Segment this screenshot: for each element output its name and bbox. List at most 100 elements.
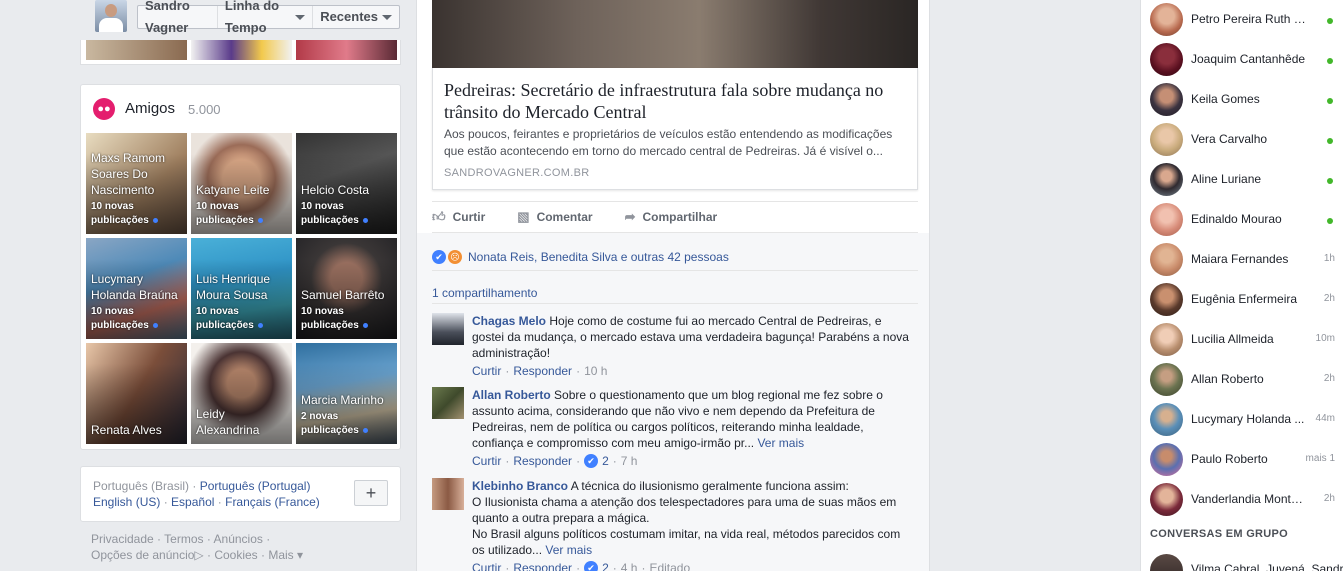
comment-text: Chagas Melo Hoje como de costume fui ao … xyxy=(472,314,909,360)
friend-tile[interactable]: Maxs Ramom Soares Do Nascimento 10 novas… xyxy=(86,133,187,234)
footer-link[interactable]: Termos xyxy=(164,532,203,546)
contact-name: Joaquim Cantanhêde xyxy=(1191,52,1306,66)
friends-icon: ●● xyxy=(93,98,115,120)
language-link[interactable]: Español xyxy=(171,495,214,509)
chat-contact[interactable]: Paulo Roberto mais 1 xyxy=(1141,440,1343,480)
photo-thumbnail[interactable] xyxy=(296,40,397,60)
chat-contact[interactable]: Petro Pereira Ruth Ba... xyxy=(1141,0,1343,40)
online-indicator xyxy=(1327,218,1333,224)
comment-reply-link[interactable]: Responder xyxy=(513,453,572,469)
language-box: Português (Brasil) · Português (Portugal… xyxy=(80,466,401,522)
recent-label: Recentes xyxy=(320,9,378,24)
link-title[interactable]: Pedreiras: Secretário de infraestrutura … xyxy=(444,79,909,123)
link-preview[interactable]: Pedreiras: Secretário de infraestrutura … xyxy=(432,68,918,190)
comment-reply-link[interactable]: Responder xyxy=(513,560,572,571)
like-button[interactable]: 👍︎ Curtir xyxy=(432,209,485,225)
friends-title[interactable]: Amigos xyxy=(125,100,175,117)
comment-reply-link[interactable]: Responder xyxy=(513,363,572,379)
comment-like-count[interactable]: 2 xyxy=(602,453,609,469)
footer-link[interactable]: Cookies xyxy=(214,548,257,562)
chat-contact[interactable]: Edinaldo Mourao xyxy=(1141,200,1343,240)
footer-link[interactable]: Opções de anúncio xyxy=(91,548,194,562)
comment-author[interactable]: Klebinho Branco xyxy=(472,479,568,493)
comment-like-count[interactable]: 2 xyxy=(602,560,609,571)
avatar[interactable] xyxy=(432,478,464,510)
share-button[interactable]: ➦ Compartilhar xyxy=(625,209,718,225)
link-source: SANDROVAGNER.COM.BR xyxy=(444,167,590,179)
photo-thumbnail[interactable] xyxy=(191,40,292,60)
chat-contact[interactable]: Lucilia Allmeida 10m xyxy=(1141,320,1343,360)
footer-link[interactable]: Mais xyxy=(268,548,293,562)
friend-name: Samuel Barrêto xyxy=(301,288,385,302)
friend-name: Helcio Costa xyxy=(301,183,370,197)
language-link[interactable]: English (US) xyxy=(93,495,160,509)
friend-tile[interactable]: Lucymary Holanda Braúna 10 novas publicaç… xyxy=(86,238,187,339)
edited-label[interactable]: Editado xyxy=(649,560,690,571)
friend-name: Leidy Alexandrina xyxy=(196,407,260,437)
comment-author[interactable]: Chagas Melo xyxy=(472,314,546,328)
avatar[interactable] xyxy=(432,313,464,345)
comment-time[interactable]: 7 h xyxy=(621,453,638,469)
avatar xyxy=(1150,203,1183,236)
chat-contact[interactable]: Allan Roberto 2h xyxy=(1141,360,1343,400)
language-link[interactable]: Français (France) xyxy=(225,495,320,509)
footer-links: Privacidade · Termos · Anúncios · Opções… xyxy=(91,532,304,562)
timeline-button[interactable]: Linha do Tempo xyxy=(218,0,314,35)
comment-like-link[interactable]: Curtir xyxy=(472,363,501,379)
avatar[interactable] xyxy=(432,387,464,419)
group-conversations-heading: CONVERSAS EM GRUPO xyxy=(1150,528,1289,540)
chat-contact[interactable]: Vanderlandia Monteiro 2h xyxy=(1141,480,1343,520)
friend-tile[interactable]: Marcia Marinho 2 novas publicações xyxy=(296,343,397,444)
profile-name-button[interactable]: Sandro Vagner xyxy=(138,0,218,35)
add-language-button[interactable]: + xyxy=(354,480,388,506)
friend-new-posts: 10 novas publicações xyxy=(301,200,368,228)
comment-time[interactable]: 10 h xyxy=(584,363,607,379)
online-indicator xyxy=(1327,18,1333,24)
language-link[interactable]: Português (Portugal) xyxy=(200,479,311,493)
chat-contact[interactable]: Eugênia Enfermeira 2h xyxy=(1141,280,1343,320)
comment-like-link[interactable]: Curtir xyxy=(472,560,501,571)
friends-count: 5.000 xyxy=(188,102,221,117)
avatar xyxy=(1150,243,1183,276)
chat-contact[interactable]: Maiara Fernandes 1h xyxy=(1141,240,1343,280)
chat-contact[interactable]: Aline Luriane xyxy=(1141,160,1343,200)
avatar xyxy=(1150,43,1183,76)
friends-box: ●● Amigos 5.000 Maxs Ramom Soares Do Nas… xyxy=(80,84,401,450)
avatar xyxy=(1150,83,1183,116)
post-actions: 👍︎ Curtir ▧ Comentar ➦ Compartilhar xyxy=(432,201,918,233)
chat-contact[interactable]: Keila Gomes xyxy=(1141,80,1343,120)
group-conversation[interactable]: Vilma Cabral, Juvená, Sandra xyxy=(1141,551,1343,571)
online-indicator xyxy=(1327,98,1333,104)
footer-link[interactable]: Privacidade xyxy=(91,532,154,546)
footer-link[interactable]: Anúncios xyxy=(214,532,263,546)
friend-tile[interactable]: Renata Alves xyxy=(86,343,187,444)
friend-tile[interactable]: Katyane Leite 10 novas publicações xyxy=(191,133,292,234)
comment-like-link[interactable]: Curtir xyxy=(472,453,501,469)
chat-contact[interactable]: Lucymary Holanda ... 44m xyxy=(1141,400,1343,440)
avatar xyxy=(1150,483,1183,516)
recent-button[interactable]: Recentes xyxy=(313,6,399,28)
shares-count[interactable]: 1 compartilhamento xyxy=(432,279,918,304)
last-active-time: 1h xyxy=(1323,253,1335,264)
comment-time[interactable]: 4 h xyxy=(621,560,638,571)
friend-tile[interactable]: Samuel Barrêto 10 novas publicações xyxy=(296,238,397,339)
friend-name: Luis Henrique Moura Sousa xyxy=(196,272,271,302)
friend-tile[interactable]: Helcio Costa 10 novas publicações xyxy=(296,133,397,234)
link-preview-image[interactable] xyxy=(432,0,918,68)
comment-button[interactable]: ▧ Comentar xyxy=(517,209,592,225)
chat-contact[interactable]: Joaquim Cantanhêde xyxy=(1141,40,1343,80)
reactions-summary[interactable]: ✔ ☹ Nonata Reis, Benedita Silva e outras… xyxy=(432,243,918,271)
friend-tile[interactable]: Leidy Alexandrina xyxy=(191,343,292,444)
friend-name: Marcia Marinho xyxy=(301,393,384,407)
see-more-link[interactable]: Ver mais xyxy=(757,436,804,450)
see-more-link[interactable]: Ver mais xyxy=(545,543,592,557)
photo-thumbnail[interactable] xyxy=(86,40,187,60)
comment-author[interactable]: Allan Roberto xyxy=(472,388,551,402)
profile-avatar[interactable] xyxy=(95,0,127,32)
chat-contact[interactable]: Vera Carvalho xyxy=(1141,120,1343,160)
photos-strip xyxy=(80,40,401,65)
avatar xyxy=(1150,363,1183,396)
contact-name: Lucymary Holanda ... xyxy=(1191,412,1305,426)
friend-tile[interactable]: Luis Henrique Moura Sousa 10 novas public… xyxy=(191,238,292,339)
comment-text: Allan Roberto Sobre o questionamento que… xyxy=(472,388,883,450)
